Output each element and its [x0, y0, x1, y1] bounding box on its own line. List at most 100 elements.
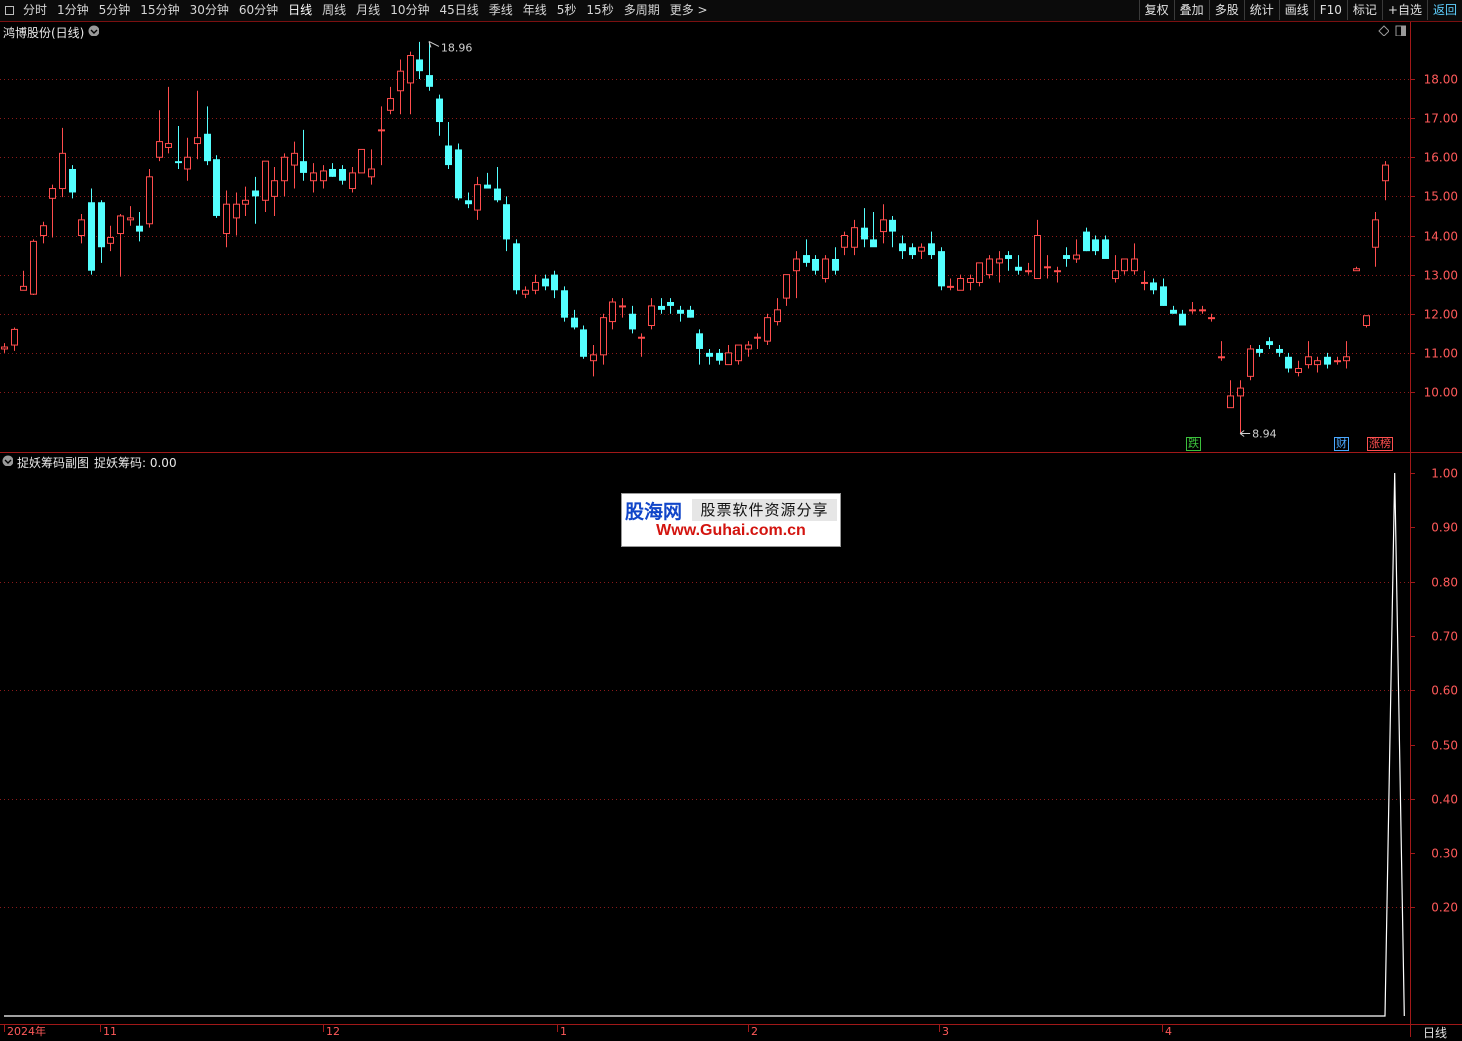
price-tick-label: 10.00: [1424, 386, 1458, 400]
candle: [387, 86, 394, 115]
candle-body: [706, 352, 713, 357]
candle-body: [213, 159, 220, 216]
candle: [1314, 356, 1321, 373]
date-tick-label: 11: [103, 1025, 117, 1037]
candle-body: [484, 184, 491, 189]
candle-body: [465, 200, 472, 205]
candle: [78, 213, 85, 244]
candle: [696, 329, 703, 365]
candle-body: [1025, 270, 1032, 273]
date-tick-label: 4: [1165, 1025, 1172, 1037]
candle: [1382, 161, 1389, 201]
candle-body: [774, 309, 781, 323]
candle-body: [745, 344, 752, 350]
candle-body: [928, 243, 935, 256]
price-tick-label: 16.00: [1424, 151, 1458, 165]
badge-2[interactable]: 涨榜: [1367, 437, 1393, 451]
candle-body: [291, 152, 298, 166]
price-tick-label: 18.00: [1424, 73, 1458, 87]
indicator-series: [4, 472, 1405, 1017]
candle: [1179, 309, 1186, 326]
candle: [889, 215, 896, 248]
candle-body: [677, 309, 684, 314]
indicator-tick-label: 0.60: [1431, 684, 1458, 698]
candle: [252, 176, 259, 224]
candle: [262, 160, 269, 213]
candle: [832, 247, 839, 275]
candle-body: [696, 333, 703, 349]
candle-body: [98, 202, 105, 248]
candle: [976, 262, 983, 287]
candle: [783, 274, 790, 306]
candle-body: [78, 219, 85, 237]
candle-body: [310, 172, 317, 182]
candle-body: [1334, 360, 1341, 363]
candle: [629, 305, 636, 334]
candle-body: [1131, 258, 1138, 272]
indicator-tick-label: 0.70: [1431, 630, 1458, 644]
candle-body: [1382, 164, 1389, 182]
candle-body: [165, 143, 172, 148]
candle: [1092, 235, 1099, 256]
candle-body: [30, 240, 37, 295]
period-indicator[interactable]: 日线: [1423, 1024, 1447, 1041]
candle: [706, 348, 713, 365]
candle-body: [136, 225, 143, 232]
candle: [233, 192, 240, 236]
candle-body: [146, 176, 153, 225]
candle-body: [1324, 356, 1331, 365]
candle: [339, 165, 346, 185]
candle-body: [503, 204, 510, 240]
candle: [1247, 345, 1254, 381]
candle: [165, 86, 172, 154]
candle-body: [822, 258, 829, 280]
candle: [1372, 212, 1379, 267]
candle: [484, 172, 491, 189]
candle-body: [107, 236, 114, 244]
candle-body: [69, 168, 76, 193]
date-tick-label: 3: [942, 1025, 949, 1037]
candle: [204, 106, 211, 166]
candle: [822, 255, 829, 283]
candle: [1054, 266, 1061, 283]
candle-body: [764, 317, 771, 342]
indicator-tick-label: 0.50: [1431, 739, 1458, 753]
candle: [1189, 302, 1196, 314]
indicator-axis: 1.00 0.90 0.80 0.70 0.60 0.50 0.40 0.30 0.20: [1410, 467, 1458, 915]
candle-body: [1102, 239, 1109, 259]
candle: [1, 343, 8, 353]
candle-body: [1314, 360, 1321, 366]
candle: [861, 208, 868, 248]
candle: [445, 122, 452, 169]
candle: [30, 239, 37, 295]
candle-body: [1044, 266, 1051, 269]
candle-body: [1092, 239, 1099, 252]
candle: [841, 231, 848, 256]
candle-body: [1227, 395, 1234, 409]
badge-0[interactable]: 跌: [1186, 437, 1201, 451]
candle: [1160, 278, 1167, 306]
candle-body: [793, 258, 800, 272]
indicator-tick-label: 0.40: [1431, 793, 1458, 807]
candle: [899, 235, 906, 259]
candle-body: [329, 168, 336, 177]
candle-body: [1112, 270, 1119, 280]
candle-body: [127, 217, 134, 221]
badge-1[interactable]: 财: [1334, 437, 1349, 451]
candle-body: [59, 152, 66, 190]
candle-body: [967, 278, 974, 283]
candle-body: [156, 141, 163, 158]
candle: [407, 51, 414, 115]
candle: [590, 345, 597, 377]
candle-body: [947, 285, 954, 288]
candle: [947, 278, 954, 291]
candle: [281, 153, 288, 197]
price-tick-label: 13.00: [1424, 269, 1458, 283]
indicator-tick-label: 1.00: [1431, 467, 1458, 481]
candle-body: [358, 148, 365, 174]
candle-body: [223, 203, 230, 235]
candle: [397, 59, 404, 115]
candle-body: [783, 274, 790, 299]
candle: [1256, 345, 1263, 357]
candle-body: [561, 290, 568, 318]
